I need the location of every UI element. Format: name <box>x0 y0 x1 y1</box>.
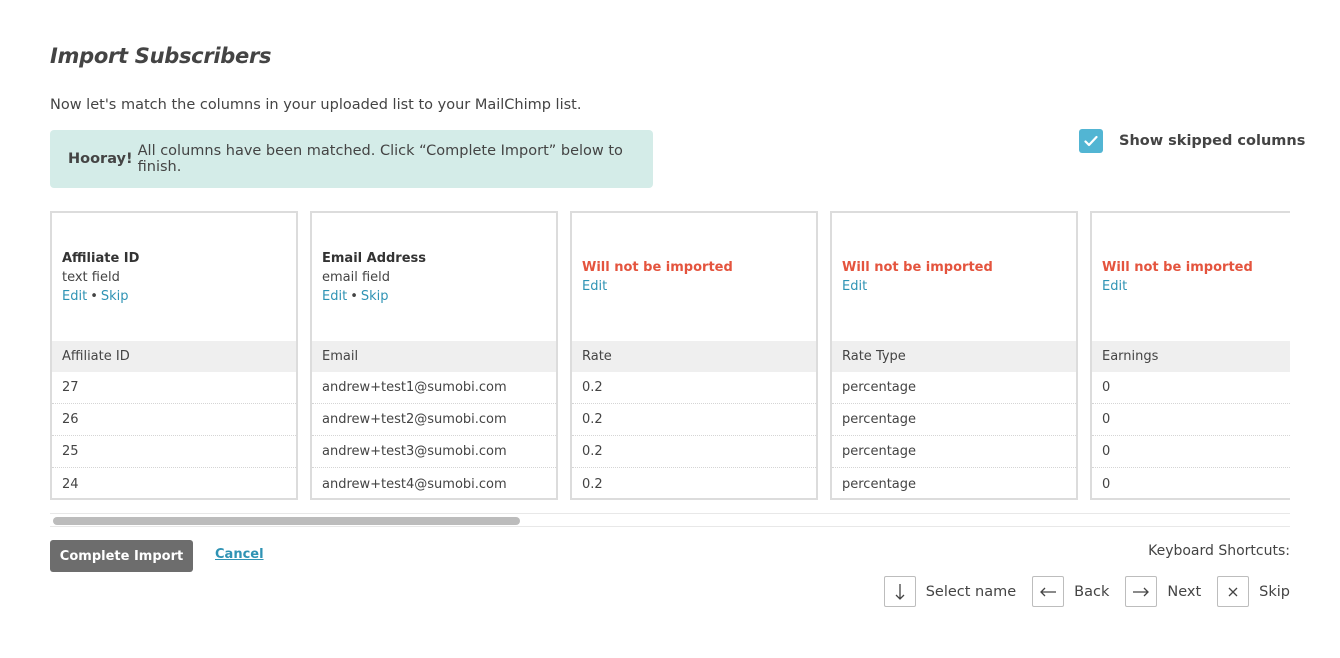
field-name: Affiliate ID <box>62 250 140 266</box>
scrollbar-thumb[interactable] <box>53 517 520 525</box>
sample-header: Rate <box>572 341 816 372</box>
column-mapping: Will not be imported Edit <box>1092 213 1290 341</box>
sample-cell: 24 <box>62 476 79 492</box>
banner-message: All columns have been matched. Click “Co… <box>137 143 623 175</box>
separator-dot: • <box>90 288 98 304</box>
field-type: text field <box>62 269 120 285</box>
sample-cell: percentage <box>832 404 1076 436</box>
down-arrow-key-icon <box>883 576 916 607</box>
edit-link[interactable]: Edit <box>322 289 347 304</box>
column-actions: Edit <box>1102 277 1290 296</box>
success-banner: Hooray! All columns have been matched. C… <box>50 130 653 188</box>
edit-link[interactable]: Edit <box>62 289 87 304</box>
sample-header: Earnings <box>1092 341 1290 372</box>
not-imported-warning: Will not be imported <box>1102 260 1253 275</box>
column-actions: Edit <box>582 277 806 296</box>
sample-header: Affiliate ID <box>52 341 296 372</box>
column-card: Email Address email field Edit • Skip Emai… <box>310 211 558 500</box>
left-arrow-key-icon <box>1032 576 1065 607</box>
sample-cell: 26 <box>52 404 296 436</box>
edit-link[interactable]: Edit <box>582 279 607 294</box>
right-arrow-key-icon <box>1125 576 1158 607</box>
column-mapping: Will not be imported Edit <box>832 213 1076 341</box>
column-card: Will not be imported Edit Rate Type perc… <box>830 211 1078 500</box>
skip-link[interactable]: Skip <box>361 289 389 304</box>
shortcut-back: Back <box>1074 583 1110 600</box>
sample-cell: 0 <box>1102 476 1111 492</box>
columns-scroll-area[interactable]: Affiliate ID text field Edit • Skip Affili… <box>50 211 1290 501</box>
cancel-link[interactable]: Cancel <box>215 547 264 562</box>
sample-cell: percentage <box>832 372 1076 404</box>
sample-cell: percentage <box>842 476 917 492</box>
sample-cell: andrew+test2@sumobi.com <box>312 404 556 436</box>
page-title: Import Subscribers <box>50 44 272 68</box>
sample-cell: 0.2 <box>572 372 816 404</box>
not-imported-warning: Will not be imported <box>582 260 733 275</box>
sample-cell: 0.2 <box>572 404 816 436</box>
sample-cell: 0 <box>1092 404 1290 436</box>
column-card: Affiliate ID text field Edit • Skip Affili… <box>50 211 298 500</box>
show-skipped-label: Show skipped columns <box>1119 133 1306 149</box>
column-mapping: Will not be imported Edit <box>572 213 816 341</box>
checkmark-icon <box>1084 135 1098 147</box>
column-actions: Edit <box>842 277 1066 296</box>
sample-header: Email <box>312 341 556 372</box>
field-name: Email Address <box>322 250 427 266</box>
sample-cell: andrew+test4@sumobi.com <box>322 476 507 492</box>
keyboard-shortcuts-title: Keyboard Shortcuts: <box>1148 543 1290 559</box>
column-mapping: Email Address email field Edit • Skip <box>312 213 556 341</box>
shortcut-skip: Skip <box>1259 583 1290 600</box>
banner-strong: Hooray! <box>68 151 133 167</box>
column-actions: Edit • Skip <box>62 287 286 306</box>
sample-cell: 27 <box>52 372 296 404</box>
sample-cell: 0.2 <box>582 476 603 492</box>
field-type: email field <box>322 269 391 285</box>
sample-cell: andrew+test3@sumobi.com <box>312 436 556 468</box>
column-card: Will not be imported Edit Rate 0.2 0.2 0… <box>570 211 818 500</box>
columns-row: Affiliate ID text field Edit • Skip Affili… <box>50 211 1290 500</box>
sample-header: Rate Type <box>832 341 1076 372</box>
sample-cell: percentage <box>832 436 1076 468</box>
show-skipped-toggle[interactable]: Show skipped columns <box>1079 129 1305 153</box>
sample-cell: 25 <box>52 436 296 468</box>
sample-cell: 0.2 <box>572 436 816 468</box>
checkbox-checked[interactable] <box>1079 129 1103 153</box>
skip-link[interactable]: Skip <box>101 289 129 304</box>
not-imported-warning: Will not be imported <box>842 260 993 275</box>
horizontal-scrollbar[interactable] <box>50 513 1290 527</box>
complete-import-button[interactable]: Complete Import <box>50 540 193 572</box>
sample-cell: 0 <box>1092 436 1290 468</box>
keyboard-shortcuts: Select name Back Next Skip <box>883 576 1290 607</box>
close-x-key-icon <box>1217 576 1250 607</box>
sample-cell: 0 <box>1092 372 1290 404</box>
column-mapping: Affiliate ID text field Edit • Skip <box>52 213 296 341</box>
column-card: Will not be imported Edit Earnings 0 0 0… <box>1090 211 1290 500</box>
intro-text: Now let's match the columns in your uplo… <box>50 97 582 113</box>
sample-cell: andrew+test1@sumobi.com <box>312 372 556 404</box>
separator-dot: • <box>350 288 358 304</box>
edit-link[interactable]: Edit <box>842 279 867 294</box>
edit-link[interactable]: Edit <box>1102 279 1127 294</box>
shortcut-select-name: Select name <box>925 583 1017 600</box>
shortcut-next: Next <box>1167 583 1202 600</box>
column-actions: Edit • Skip <box>322 287 546 306</box>
